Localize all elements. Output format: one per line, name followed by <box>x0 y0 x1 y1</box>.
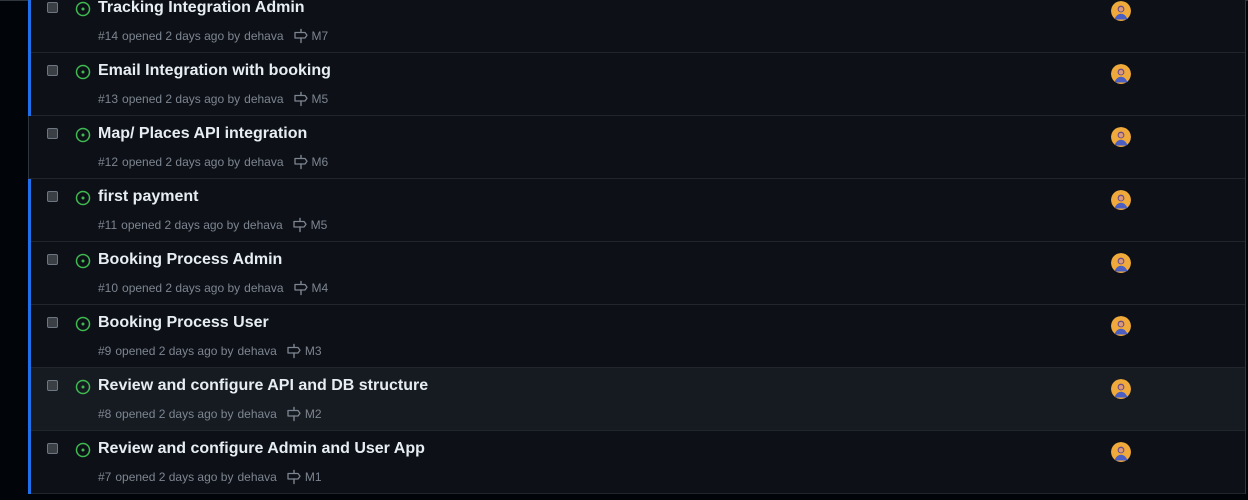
issue-milestone-link[interactable]: M5 <box>292 217 328 233</box>
issue-row[interactable]: Map/ Places API integration #12 opened 2… <box>29 116 1245 179</box>
issue-row[interactable]: first payment #11 opened 2 days ago by d… <box>28 179 1245 242</box>
issue-opened-text: opened 2 days ago by <box>115 344 234 358</box>
issue-row[interactable]: Booking Process Admin #10 opened 2 days … <box>28 242 1245 305</box>
issue-meta: #7 opened 2 days ago by dehava M1 <box>98 469 322 485</box>
issue-milestone-label: M5 <box>311 92 329 106</box>
issue-select-checkbox[interactable] <box>47 317 58 328</box>
issue-opened-text: opened 2 days ago by <box>115 407 234 421</box>
issue-milestone-link[interactable]: M2 <box>286 406 322 422</box>
issue-row[interactable]: Booking Process User #9 opened 2 days ag… <box>28 305 1245 368</box>
milestone-icon <box>287 343 301 359</box>
issue-meta: #9 opened 2 days ago by dehava M3 <box>98 343 322 359</box>
assignee-avatar[interactable] <box>1111 316 1131 336</box>
issue-select-checkbox[interactable] <box>47 380 58 391</box>
issue-title-link[interactable]: Tracking Integration Admin <box>98 0 305 17</box>
issue-opened-icon <box>75 316 91 332</box>
milestone-icon <box>287 469 301 485</box>
assignee-avatar[interactable] <box>1111 379 1131 399</box>
issue-opened-icon <box>75 190 91 206</box>
issue-row[interactable]: Tracking Integration Admin #14 opened 2 … <box>28 0 1245 53</box>
milestone-icon <box>293 91 308 107</box>
issue-title-link[interactable]: Email Integration with booking <box>98 62 331 80</box>
issue-number: #8 <box>98 407 112 421</box>
milestone-icon <box>287 406 301 422</box>
issue-meta: #13 opened 2 days ago by dehava M5 <box>98 91 328 107</box>
issue-number: #11 <box>98 218 118 232</box>
issue-meta: #12 opened 2 days ago by dehava M6 <box>98 154 328 170</box>
assignee-avatar[interactable] <box>1111 1 1131 21</box>
issue-number: #13 <box>98 92 119 106</box>
issue-milestone-link[interactable]: M5 <box>293 91 329 107</box>
issue-row[interactable]: Review and configure API and DB structur… <box>28 368 1245 431</box>
issue-milestone-label: M4 <box>311 281 329 295</box>
issue-opened-icon <box>75 379 91 395</box>
issue-title-link[interactable]: Map/ Places API integration <box>98 125 307 143</box>
issue-number: #9 <box>98 344 112 358</box>
assignee-avatar[interactable] <box>1111 190 1131 210</box>
issue-opened-icon <box>75 442 91 458</box>
issue-author-link[interactable]: dehava <box>237 344 276 358</box>
issue-title-link[interactable]: Booking Process Admin <box>98 251 282 269</box>
issue-select-checkbox[interactable] <box>47 254 58 265</box>
issue-opened-icon <box>75 127 91 143</box>
issue-author-link[interactable]: dehava <box>243 218 282 232</box>
issue-list: Tracking Integration Admin #14 opened 2 … <box>28 0 1246 494</box>
issue-meta: #11 opened 2 days ago by dehava M5 <box>98 217 327 233</box>
issue-meta: #10 opened 2 days ago by dehava M4 <box>98 280 328 296</box>
issue-milestone-label: M1 <box>304 470 322 484</box>
issue-number: #10 <box>98 281 119 295</box>
assignee-avatar[interactable] <box>1111 253 1131 273</box>
issue-opened-text: opened 2 days ago by <box>122 281 241 295</box>
assignee-avatar[interactable] <box>1111 64 1131 84</box>
issue-title-link[interactable]: Review and configure API and DB structur… <box>98 377 428 395</box>
issue-opened-icon <box>75 64 91 80</box>
issue-number: #7 <box>98 470 112 484</box>
issue-number: #14 <box>98 29 119 43</box>
issue-author-link[interactable]: dehava <box>237 407 276 421</box>
issue-milestone-label: M7 <box>311 29 329 43</box>
issue-opened-icon <box>75 1 91 17</box>
issue-select-checkbox[interactable] <box>47 443 58 454</box>
issue-opened-text: opened 2 days ago by <box>122 155 241 169</box>
assignee-avatar[interactable] <box>1111 442 1131 462</box>
issue-milestone-link[interactable]: M3 <box>286 343 322 359</box>
issue-row[interactable]: Review and configure Admin and User App … <box>28 431 1245 494</box>
issue-select-checkbox[interactable] <box>47 191 58 202</box>
issue-title-link[interactable]: Review and configure Admin and User App <box>98 440 425 458</box>
issue-title-link[interactable]: first payment <box>98 188 198 206</box>
issue-select-checkbox[interactable] <box>47 65 58 76</box>
milestone-icon <box>293 280 308 296</box>
issue-milestone-link[interactable]: M1 <box>286 469 322 485</box>
issue-milestone-label: M6 <box>311 155 329 169</box>
assignee-avatar[interactable] <box>1111 127 1131 147</box>
issue-opened-icon <box>75 253 91 269</box>
milestone-icon <box>293 28 308 44</box>
milestone-icon <box>292 217 307 233</box>
issue-row[interactable]: Email Integration with booking #13 opene… <box>28 53 1245 116</box>
issue-milestone-link[interactable]: M7 <box>293 28 329 44</box>
issue-select-checkbox[interactable] <box>47 128 58 139</box>
issue-milestone-link[interactable]: M4 <box>293 280 329 296</box>
issue-author-link[interactable]: dehava <box>244 92 283 106</box>
issue-author-link[interactable]: dehava <box>237 470 276 484</box>
issue-milestone-label: M3 <box>304 344 322 358</box>
issue-milestone-label: M5 <box>310 218 328 232</box>
issue-opened-text: opened 2 days ago by <box>122 29 241 43</box>
issue-select-checkbox[interactable] <box>47 2 58 13</box>
issue-opened-text: opened 2 days ago by <box>122 92 241 106</box>
issue-author-link[interactable]: dehava <box>244 281 283 295</box>
milestone-icon <box>293 154 308 170</box>
issue-opened-text: opened 2 days ago by <box>115 470 234 484</box>
issue-milestone-label: M2 <box>304 407 322 421</box>
issue-milestone-link[interactable]: M6 <box>293 154 329 170</box>
issue-author-link[interactable]: dehava <box>244 155 283 169</box>
issue-meta: #8 opened 2 days ago by dehava M2 <box>98 406 322 422</box>
issue-number: #12 <box>98 155 119 169</box>
issue-meta: #14 opened 2 days ago by dehava M7 <box>98 28 328 44</box>
issue-opened-text: opened 2 days ago by <box>121 218 240 232</box>
issue-author-link[interactable]: dehava <box>244 29 283 43</box>
issue-title-link[interactable]: Booking Process User <box>98 314 269 332</box>
issues-page: Tracking Integration Admin #14 opened 2 … <box>0 0 1248 500</box>
